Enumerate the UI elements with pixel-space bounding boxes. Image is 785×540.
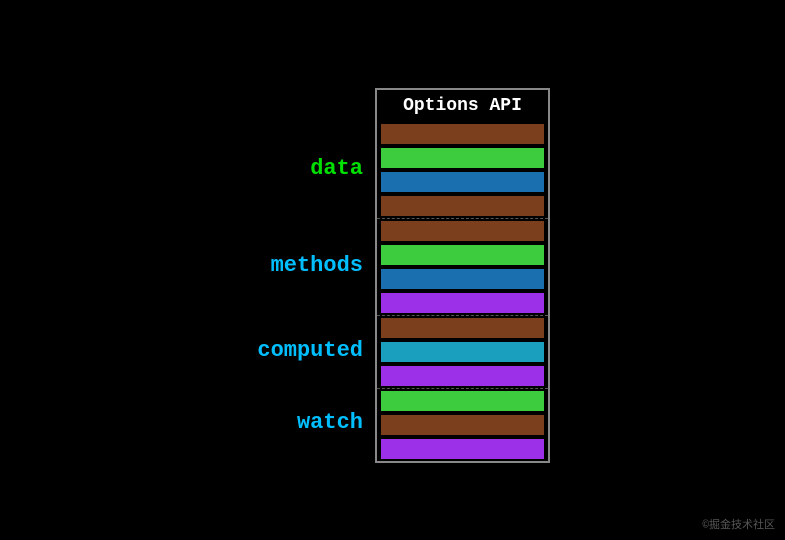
bar-teal (381, 342, 544, 362)
label-methods: methods (235, 217, 375, 314)
bar-blue (381, 269, 544, 289)
label-computed: computed (235, 314, 375, 387)
bar-purple (381, 366, 544, 386)
bar-brown (381, 415, 544, 435)
bar-brown (381, 221, 544, 241)
section-computed (377, 316, 548, 389)
label-watch: watch (235, 387, 375, 459)
bar-blue (381, 172, 544, 192)
section-watch (377, 389, 548, 461)
diagram-area: datamethodscomputedwatch Options API (235, 88, 550, 463)
bar-brown (381, 196, 544, 216)
watermark: ©掘金技术社区 (702, 516, 775, 532)
label-data: data (235, 120, 375, 217)
main-container: datamethodscomputedwatch Options API ©掘金… (0, 0, 785, 540)
bar-purple (381, 439, 544, 459)
box-title: Options API (377, 90, 548, 122)
bar-green (381, 148, 544, 168)
section-data (377, 122, 548, 219)
options-box: Options API (375, 88, 550, 463)
labels-sections: datamethodscomputedwatch (235, 88, 375, 459)
bar-purple (381, 293, 544, 313)
bar-brown (381, 124, 544, 144)
bar-green (381, 391, 544, 411)
bar-green (381, 245, 544, 265)
section-methods (377, 219, 548, 316)
bar-brown (381, 318, 544, 338)
